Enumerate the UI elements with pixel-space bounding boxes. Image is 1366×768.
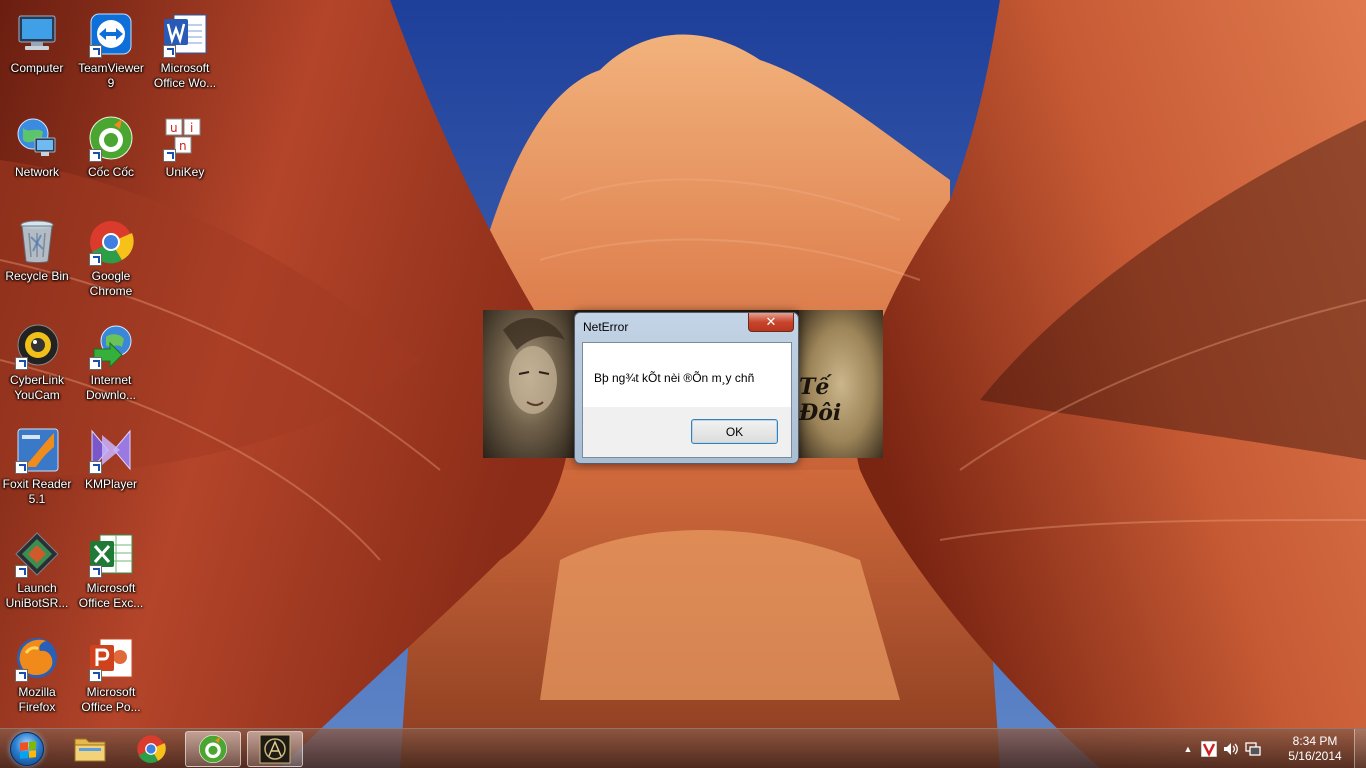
- foxit-icon: [13, 426, 61, 474]
- svg-text:n: n: [179, 139, 187, 153]
- desktop-icon-label: CyberLink YouCam: [9, 373, 65, 402]
- dialog-titlebar[interactable]: NetError ✕: [575, 313, 798, 341]
- desktop-icon-kmplayer[interactable]: KMPlayer: [74, 420, 148, 518]
- shortcut-arrow-icon: [15, 461, 28, 474]
- show-hidden-icons-button[interactable]: ▲: [1182, 740, 1194, 758]
- desktop-icon-internet-download-manager[interactable]: Internet Downlo...: [74, 316, 148, 414]
- desktop-icon-label: Network: [14, 165, 59, 179]
- desktop-icon-cyberlink-youcam[interactable]: CyberLink YouCam: [0, 316, 74, 414]
- desktop-icon-launch-unibotsr[interactable]: Launch UniBotSR...: [0, 524, 74, 622]
- dialog-title: NetError: [583, 320, 629, 334]
- svg-text:i: i: [190, 121, 193, 135]
- volume-icon[interactable]: [1222, 740, 1240, 758]
- powerpoint-icon: [87, 634, 135, 682]
- desktop-icon-microsoft-word[interactable]: Microsoft Office Wo...: [148, 4, 222, 102]
- taskbar: ▲ 8:34 PM 5/16/2014: [0, 728, 1366, 768]
- system-tray: ▲ 8:34 PM 5/16/2014: [1176, 729, 1366, 768]
- desktop-icon-label: Microsoft Office Po...: [81, 685, 141, 714]
- firefox-icon: [13, 634, 61, 682]
- shortcut-arrow-icon: [89, 253, 102, 266]
- teamviewer-icon: [87, 10, 135, 58]
- desktop-icon-teamviewer[interactable]: TeamViewer 9: [74, 4, 148, 102]
- game-icon: [259, 734, 291, 764]
- desktop-icon-label: Foxit Reader 5.1: [2, 477, 72, 506]
- dialog-client-area: Bþ ng¾t kÕt nèi ®Õn m¸y chñ OK: [582, 342, 792, 458]
- close-icon: ✕: [765, 314, 777, 329]
- shortcut-arrow-icon: [89, 45, 102, 58]
- desktop-icon-computer[interactable]: Computer: [0, 4, 74, 102]
- desktop-icon-microsoft-powerpoint[interactable]: Microsoft Office Po...: [74, 628, 148, 726]
- idm-icon: [87, 322, 135, 370]
- desktop-icon-label: Microsoft Office Exc...: [78, 581, 144, 610]
- desktop-icon-label: UniKey: [165, 165, 205, 179]
- taskbar-button-chrome[interactable]: [123, 731, 179, 767]
- shortcut-arrow-icon: [89, 149, 102, 162]
- desktop-icon-label: Mozilla Firefox: [18, 685, 56, 714]
- folder-icon: [74, 738, 106, 762]
- shortcut-arrow-icon: [163, 149, 176, 162]
- splash-logo-art: Tế Đôi: [799, 310, 883, 458]
- shortcut-arrow-icon: [89, 565, 102, 578]
- start-button[interactable]: [4, 730, 50, 768]
- desktop-icon-google-chrome[interactable]: Google Chrome: [74, 212, 148, 310]
- taskbar-clock[interactable]: 8:34 PM 5/16/2014: [1284, 734, 1346, 764]
- splash-character-art: [483, 310, 575, 458]
- dialog-message: Bþ ng¾t kÕt nèi ®Õn m¸y chñ: [594, 371, 755, 385]
- coccoc-icon: [198, 734, 228, 764]
- clock-date: 5/16/2014: [1288, 749, 1342, 763]
- unikey-icon: u i n: [161, 114, 209, 162]
- desktop-icon-recycle-bin[interactable]: Recycle Bin: [0, 212, 74, 310]
- shortcut-arrow-icon: [15, 357, 28, 370]
- taskbar-button-coccoc[interactable]: [185, 731, 241, 767]
- desktop-icon-area: Computer Network Recycle Bin CyberLink Y…: [0, 0, 240, 728]
- chrome-icon: [137, 735, 166, 763]
- desktop-icon-label: Computer: [10, 61, 64, 75]
- ok-button[interactable]: OK: [691, 419, 778, 444]
- taskbar-button-game[interactable]: [247, 731, 303, 767]
- show-desktop-button[interactable]: [1354, 729, 1366, 768]
- youcam-icon: [13, 322, 61, 370]
- shortcut-arrow-icon: [89, 669, 102, 682]
- shortcut-arrow-icon: [89, 357, 102, 370]
- computer-icon: [13, 10, 61, 58]
- desktop-icon-network[interactable]: Network: [0, 108, 74, 206]
- desktop-icon-unikey[interactable]: u i n UniKey: [148, 108, 222, 206]
- chrome-icon: [87, 218, 135, 266]
- desktop-icon-mozilla-firefox[interactable]: Mozilla Firefox: [0, 628, 74, 726]
- desktop-icon-label: Launch UniBotSR...: [5, 581, 69, 610]
- shortcut-arrow-icon: [15, 565, 28, 578]
- shortcut-arrow-icon: [89, 461, 102, 474]
- windows-logo-icon: [10, 732, 44, 766]
- desktop-icon-label: Microsoft Office Wo...: [153, 61, 217, 90]
- shortcut-arrow-icon: [163, 45, 176, 58]
- dialog-close-button[interactable]: ✕: [748, 313, 794, 332]
- splash-logo-text: Tế Đôi: [799, 374, 842, 426]
- desktop-icon-label: Internet Downlo...: [85, 373, 137, 402]
- recycle-bin-icon: [13, 218, 61, 266]
- word-icon: [161, 10, 209, 58]
- network-icon: [13, 114, 61, 162]
- kmplayer-icon: [87, 426, 135, 474]
- desktop-icon-label: Cốc Cốc: [87, 165, 134, 179]
- desktop-icon-label: TeamViewer 9: [78, 61, 144, 90]
- taskbar-button-explorer[interactable]: [62, 731, 118, 767]
- svg-text:u: u: [170, 121, 178, 135]
- unikey-tray-icon[interactable]: [1200, 740, 1218, 758]
- coccoc-icon: [87, 114, 135, 162]
- desktop-icon-label: Google Chrome: [89, 269, 133, 298]
- desktop-icon-foxit-reader[interactable]: Foxit Reader 5.1: [0, 420, 74, 518]
- clock-time: 8:34 PM: [1292, 734, 1338, 748]
- excel-icon: [87, 530, 135, 578]
- desktop-icon-coccoc[interactable]: Cốc Cốc: [74, 108, 148, 206]
- neterror-dialog: NetError ✕ Bþ ng¾t kÕt nèi ®Õn m¸y chñ O…: [574, 312, 799, 464]
- desktop-icon-microsoft-excel[interactable]: Microsoft Office Exc...: [74, 524, 148, 622]
- shortcut-arrow-icon: [15, 669, 28, 682]
- network-tray-icon[interactable]: [1244, 740, 1262, 758]
- unibot-icon: [13, 530, 61, 578]
- dialog-button-area: OK: [583, 407, 791, 457]
- desktop-icon-label: Recycle Bin: [5, 269, 69, 283]
- desktop-icon-label: KMPlayer: [84, 477, 137, 491]
